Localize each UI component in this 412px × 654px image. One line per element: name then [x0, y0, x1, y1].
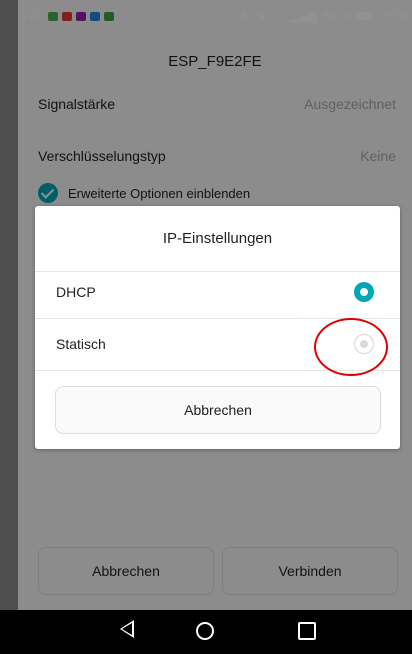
- highlight-circle: [314, 318, 388, 376]
- option-dhcp[interactable]: DHCP: [35, 266, 400, 318]
- dialog-title: IP-Einstellungen: [162, 230, 273, 247]
- home-icon[interactable]: [196, 622, 214, 640]
- radio-selected-icon[interactable]: [354, 282, 374, 302]
- navigation-bar: [0, 610, 412, 654]
- option-label: Statisch: [56, 336, 106, 352]
- recent-apps-icon[interactable]: [298, 622, 316, 640]
- dialog-cancel-button[interactable]: Abbrechen: [55, 386, 381, 434]
- option-label: DHCP: [56, 284, 96, 300]
- phone-screen: 3 AT ✱ ▣ ◠ ▂▄▆ 84 % 15:08 ESP_F9E2FE Sig…: [0, 0, 412, 654]
- back-icon[interactable]: [120, 620, 134, 638]
